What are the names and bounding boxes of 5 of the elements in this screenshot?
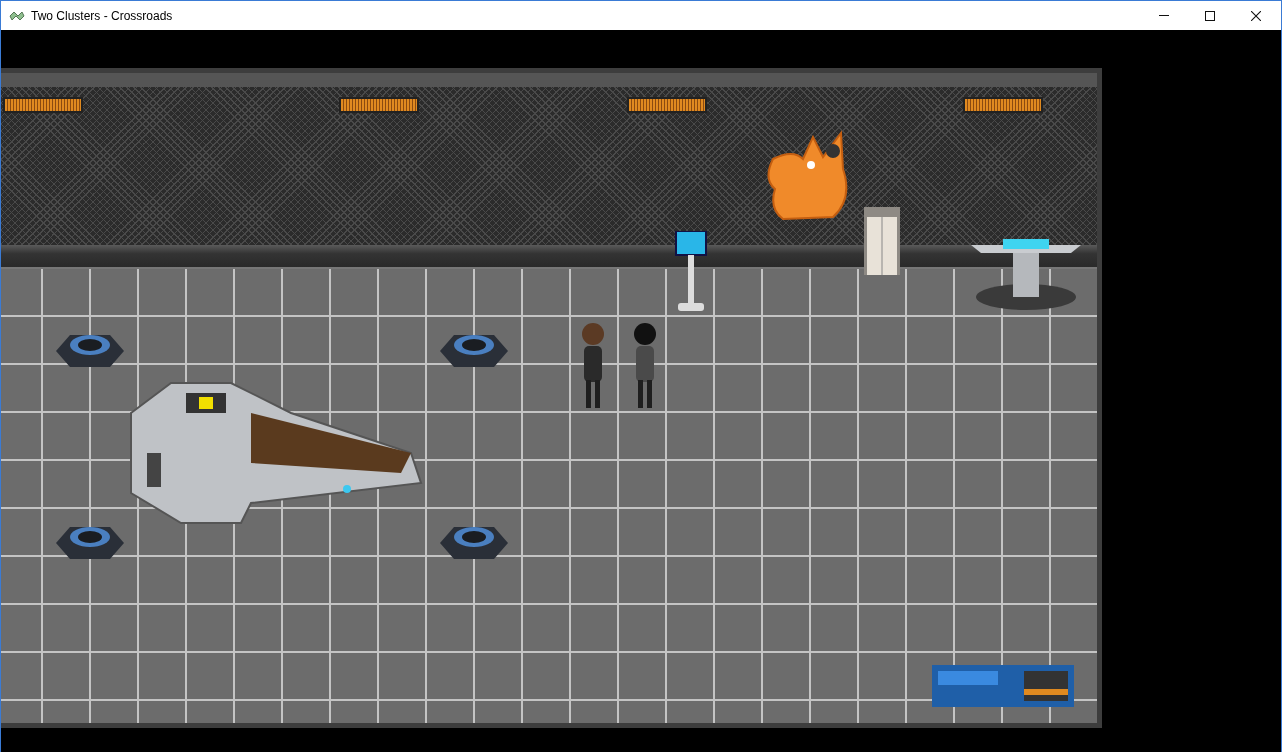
maximize-icon[interactable] [1205,10,1215,21]
app-icon [9,10,25,21]
close-icon[interactable] [1251,10,1261,21]
elevator-door-drawing [864,207,900,275]
window-title: Two Clusters - Crossroads [31,8,173,23]
